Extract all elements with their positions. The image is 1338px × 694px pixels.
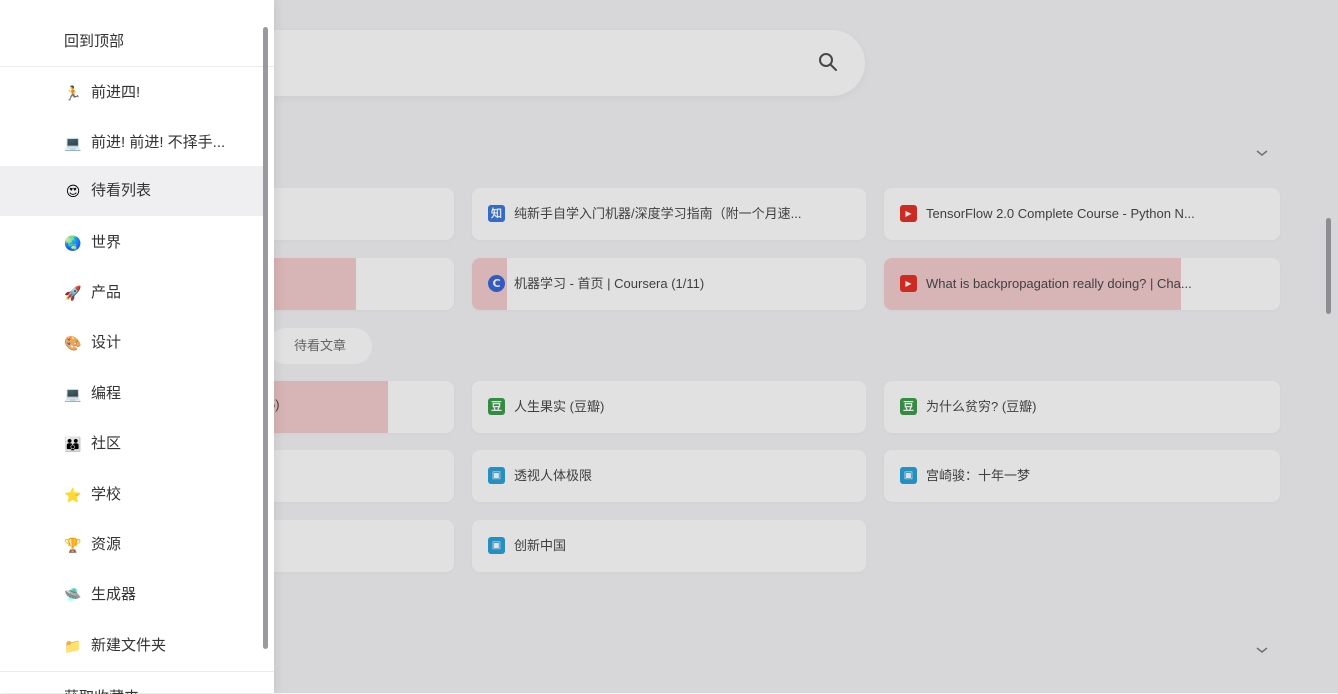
menu-item-label: 资源	[91, 536, 122, 553]
back-to-top-label: 回到顶部	[64, 33, 125, 50]
menu-item-world[interactable]: 🌏 世界	[0, 218, 264, 268]
globe-icon: 🌏	[64, 235, 82, 251]
palette-icon: 🎨	[64, 335, 82, 351]
menu-item-label: 产品	[91, 284, 122, 301]
back-to-top-button[interactable]: 回到顶部	[0, 0, 274, 67]
laptop-icon: 💻	[64, 135, 82, 151]
runner-icon: 🏃	[64, 85, 82, 101]
folder-icon: 📁	[64, 638, 82, 654]
menu-item-programming[interactable]: 💻 编程	[0, 369, 264, 419]
star-icon: ⭐	[64, 487, 82, 503]
menu-item-label: 生成器	[91, 586, 137, 603]
menu-item-new-folder[interactable]: 📁 新建文件夹	[0, 621, 264, 671]
drawer-scrollbar[interactable]	[263, 27, 268, 649]
menu-item-label: 新建文件夹	[91, 637, 167, 654]
menu-item-label: 社区	[91, 435, 122, 452]
menu-item-forward4[interactable]: 🏃 前进四!	[0, 68, 264, 118]
menu-item-design[interactable]: 🎨 设计	[0, 318, 264, 368]
menu-item-label: 待看列表	[91, 182, 152, 199]
ufo-icon: 🛸	[64, 587, 82, 603]
bookmark-drawer: 回到顶部 🏃 前进四! 💻 前进! 前进! 不择手... 😍 待看列表 🌏 世界…	[0, 0, 274, 694]
menu-item-label: 编程	[91, 385, 122, 402]
page-scrollbar[interactable]	[1326, 218, 1331, 314]
heart-eyes-icon: 😍	[65, 183, 81, 199]
menu-item-label: 设计	[91, 334, 122, 351]
menu-item-generator[interactable]: 🛸 生成器	[0, 570, 264, 620]
menu-item-school[interactable]: ⭐ 学校	[0, 470, 264, 520]
menu-item-community[interactable]: 👪 社区	[0, 419, 264, 469]
laptop-icon: 💻	[64, 386, 82, 402]
trophy-icon: 🏆	[64, 537, 82, 553]
menu-item-resources[interactable]: 🏆 资源	[0, 520, 264, 570]
menu-item-watchlist[interactable]: 😍 待看列表	[0, 166, 264, 216]
menu-item-label: 世界	[91, 234, 122, 251]
get-bookmarks-button[interactable]: 获取收藏夹	[0, 671, 274, 694]
menu-item-label: 前进! 前进! 不择手...	[91, 134, 226, 151]
people-icon: 👪	[64, 436, 82, 452]
rocket-icon: 🚀	[64, 285, 82, 301]
menu-item-label: 学校	[91, 486, 122, 503]
menu-item-label: 前进四!	[91, 84, 141, 101]
menu-item-forward[interactable]: 💻 前进! 前进! 不择手...	[0, 118, 264, 168]
menu-item-product[interactable]: 🚀 产品	[0, 268, 264, 318]
